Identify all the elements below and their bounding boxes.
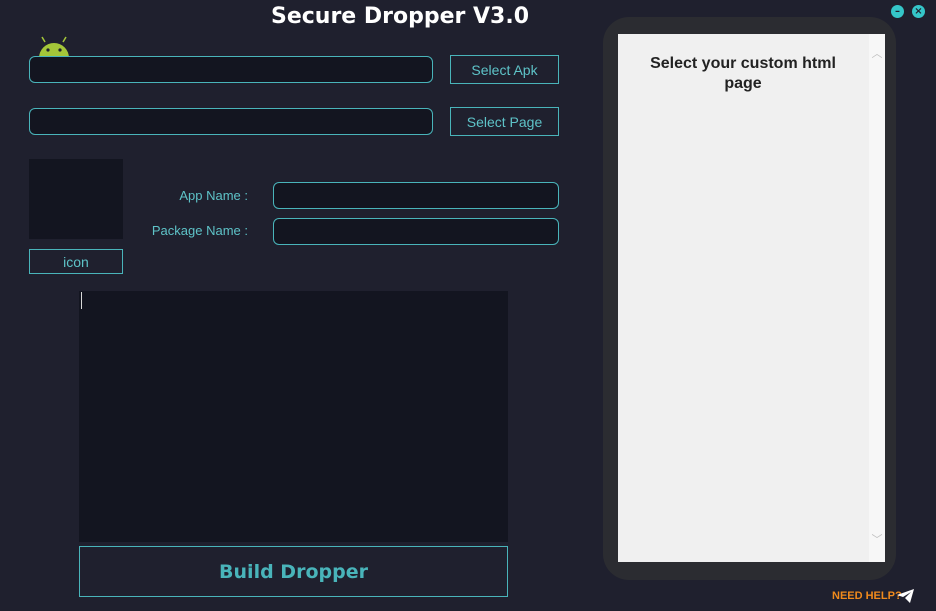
build-dropper-button[interactable]: Build Dropper [79, 546, 508, 597]
text-caret [81, 292, 82, 309]
minimize-icon[interactable]: – [891, 5, 904, 18]
icon-preview [29, 159, 123, 239]
apk-path-field[interactable] [29, 56, 433, 83]
app-title: Secure Dropper V3.0 [270, 4, 530, 29]
scroll-down-icon[interactable]: ﹀ [869, 532, 885, 548]
preview-placeholder-text: Select your custom html page [650, 55, 836, 92]
telegram-send-icon[interactable] [897, 589, 914, 603]
need-help-link[interactable]: NEED HELP? [832, 590, 902, 602]
select-apk-button[interactable]: Select Apk [450, 55, 559, 84]
icon-button[interactable]: icon [29, 249, 123, 274]
package-name-label: Package Name : [151, 223, 248, 238]
scroll-up-icon[interactable]: ︿ [869, 46, 885, 62]
package-name-input[interactable] [273, 218, 559, 245]
app-name-label: App Name : [179, 188, 248, 203]
html-preview-screen[interactable] [618, 34, 869, 562]
log-textarea[interactable] [79, 291, 508, 542]
android-icon [39, 36, 69, 58]
page-path-field[interactable] [29, 108, 433, 135]
app-name-input[interactable] [273, 182, 559, 209]
preview-scrollbar[interactable] [869, 34, 885, 562]
select-page-button[interactable]: Select Page [450, 107, 559, 136]
close-icon[interactable]: × [912, 5, 925, 18]
